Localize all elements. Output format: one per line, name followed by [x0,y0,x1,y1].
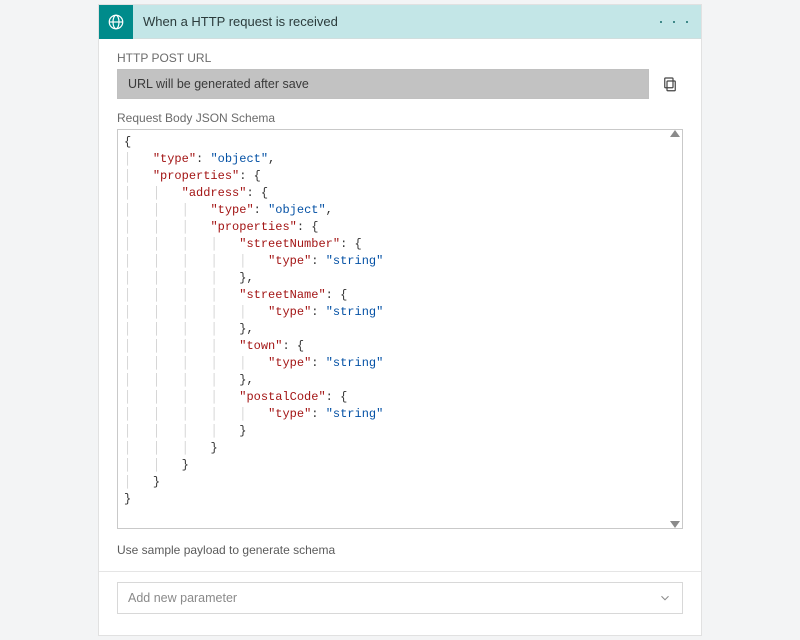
card-title: When a HTTP request is received [133,14,648,29]
chevron-down-icon [658,591,672,605]
json-schema-editor[interactable]: { │ "type": "object", │ "properties": { … [117,129,683,529]
schema-label: Request Body JSON Schema [117,111,683,125]
trigger-card: When a HTTP request is received · · · HT… [98,4,702,636]
more-menu-button[interactable]: · · · [648,11,701,32]
scroll-down-icon[interactable] [670,521,680,528]
copy-icon [661,75,679,93]
http-globe-icon [99,5,133,39]
http-post-url-field: URL will be generated after save [117,69,649,99]
card-body: HTTP POST URL URL will be generated afte… [99,39,701,572]
card-header[interactable]: When a HTTP request is received · · · [99,5,701,39]
copy-url-button[interactable] [657,69,683,99]
add-parameter-dropdown[interactable]: Add new parameter [117,582,683,614]
section-divider [99,571,701,572]
use-sample-payload-link[interactable]: Use sample payload to generate schema [117,543,683,557]
add-parameter-placeholder: Add new parameter [128,591,237,605]
url-row: URL will be generated after save [117,69,683,99]
scroll-up-icon[interactable] [670,130,680,137]
url-label: HTTP POST URL [117,51,683,65]
